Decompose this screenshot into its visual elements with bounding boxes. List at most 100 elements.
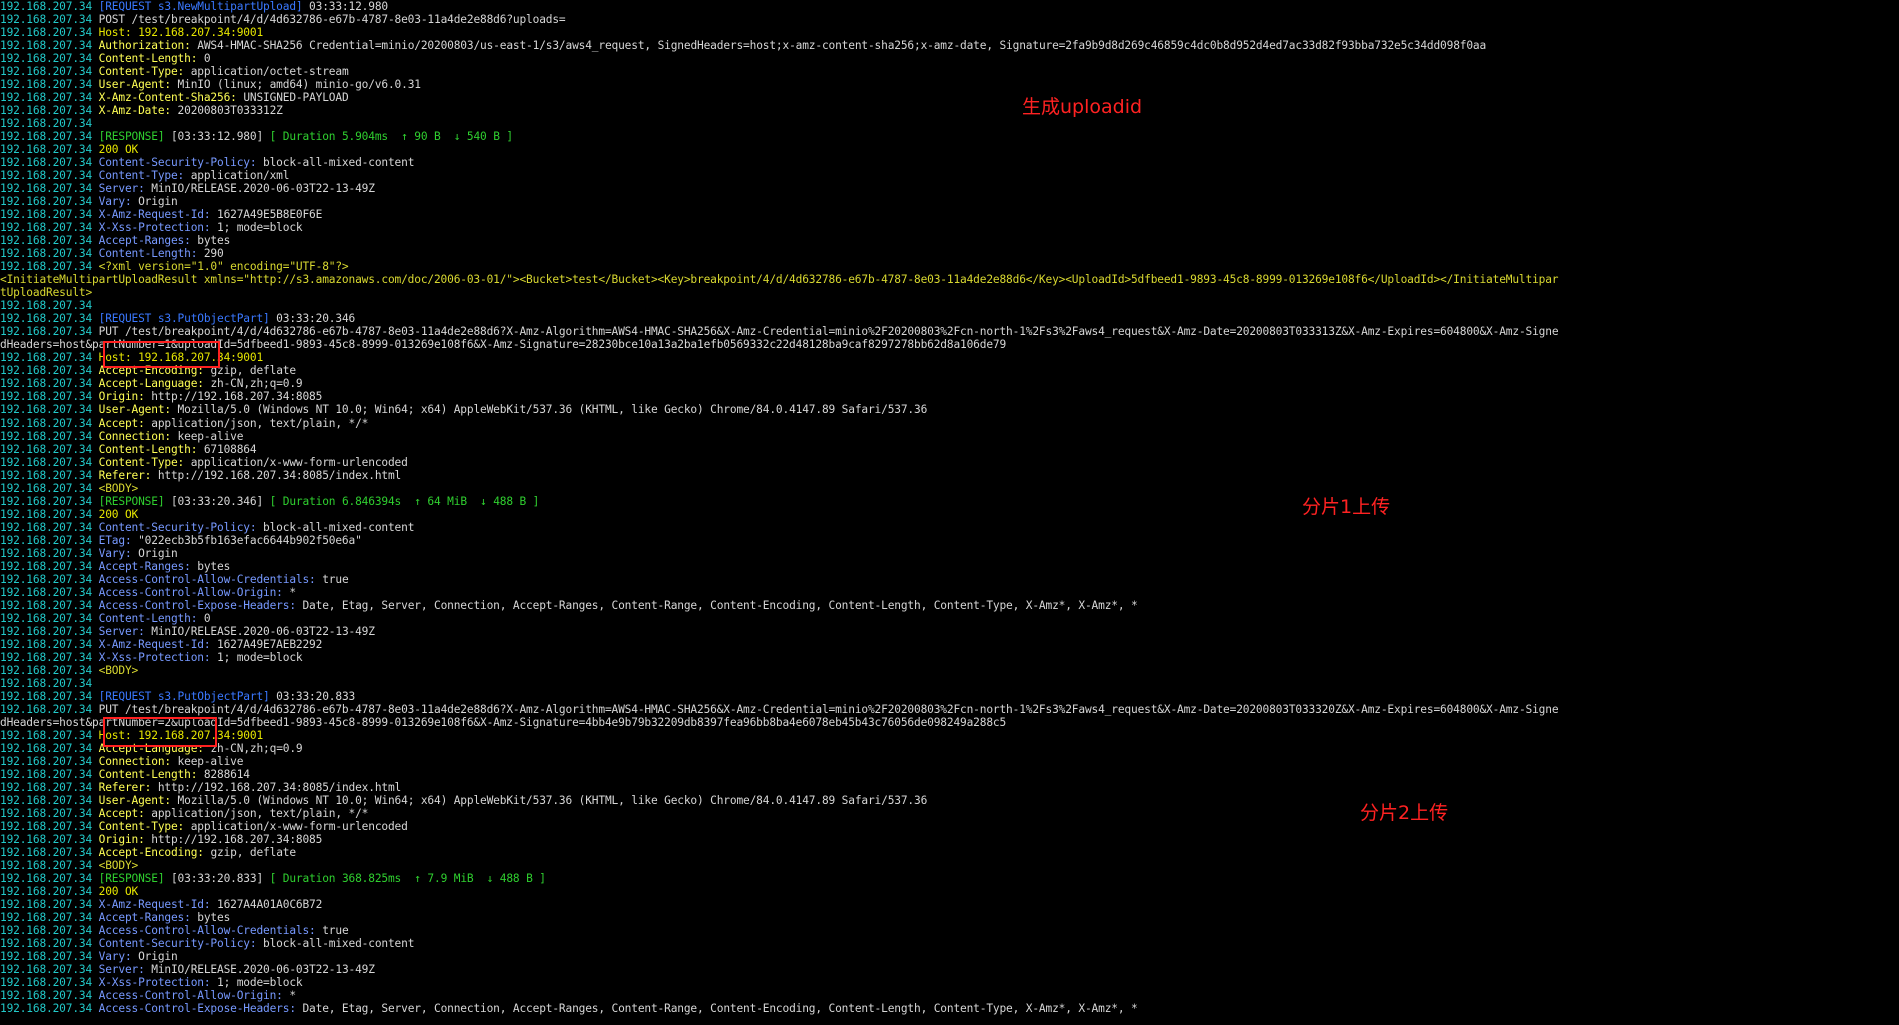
log-text: http://192.168.207.34:8085 — [151, 390, 323, 404]
log-line: 192.168.207.34 Accept: application/json,… — [0, 417, 1899, 430]
source-ip: 192.168.207.34 — [0, 989, 99, 1003]
source-ip: 192.168.207.34 — [0, 468, 99, 482]
log-text: Vary: — [98, 950, 139, 964]
log-line: dHeaders=host&partNumber=2&uploadId=5dfb… — [0, 716, 1899, 729]
log-text: Access-Control-Allow-Origin: — [98, 989, 290, 1003]
source-ip: 192.168.207.34 — [0, 611, 99, 625]
source-ip: 192.168.207.34 — [0, 520, 99, 534]
log-text: keep-alive — [177, 754, 244, 768]
log-line: 192.168.207.34 User-Agent: MinIO (linux;… — [0, 78, 1899, 91]
source-ip: 192.168.207.34 — [0, 52, 99, 66]
terminal-log-output[interactable]: 192.168.207.34 [REQUEST s3.NewMultipartU… — [0, 0, 1899, 1025]
log-text: gzip, deflate — [210, 364, 296, 378]
source-ip: 192.168.207.34 — [0, 130, 99, 144]
log-text: 1; mode=block — [217, 221, 303, 235]
source-ip: 192.168.207.34 — [0, 390, 99, 404]
log-text: X-Amz-Request-Id: — [98, 637, 217, 651]
log-text: X-Amz-Request-Id: — [98, 208, 217, 222]
log-line: 192.168.207.34 Access-Control-Allow-Orig… — [0, 989, 1899, 1002]
log-text: UNSIGNED-PAYLOAD — [243, 91, 349, 105]
log-line: 192.168.207.34 Connection: keep-alive — [0, 430, 1899, 443]
log-line: 192.168.207.34 Access-Control-Allow-Cred… — [0, 924, 1899, 937]
log-text: Content-Type: — [98, 65, 191, 79]
source-ip: 192.168.207.34 — [0, 195, 99, 209]
log-text: PUT /test/breakpoint/4/d/4d632786-e67b-4… — [98, 325, 1559, 339]
log-text: Mozilla/5.0 (Windows NT 10.0; Win64; x64… — [177, 793, 928, 807]
source-ip: 192.168.207.34 — [0, 299, 99, 313]
log-text: * — [289, 585, 296, 599]
log-text: [REQUEST s3.PutObjectPart] — [98, 312, 270, 326]
log-text: 1627A49E5B8E0F6E — [217, 208, 323, 222]
log-line: 192.168.207.34 Content-Length: 290 — [0, 247, 1899, 260]
log-text: Content-Length: — [98, 442, 204, 456]
log-line: 192.168.207.34 Accept-Ranges: bytes — [0, 911, 1899, 924]
log-line: 192.168.207.34 Server: MinIO/RELEASE.202… — [0, 182, 1899, 195]
log-line: 192.168.207.34 Content-Type: application… — [0, 65, 1899, 78]
log-line: 192.168.207.34 Accept: application/json,… — [0, 807, 1899, 820]
log-line: 192.168.207.34 Content-Length: 0 — [0, 612, 1899, 625]
log-line: 192.168.207.34 <BODY> — [0, 664, 1899, 677]
source-ip: 192.168.207.34 — [0, 182, 99, 196]
source-ip: 192.168.207.34 — [0, 702, 99, 716]
log-text: Accept: — [98, 416, 152, 430]
log-text: POST /test/breakpoint/4/d/4d632786-e67b-… — [98, 13, 566, 27]
log-line: 192.168.207.34 Access-Control-Allow-Orig… — [0, 586, 1899, 599]
source-ip: 192.168.207.34 — [0, 208, 99, 222]
log-line: <InitiateMultipartUploadResult xmlns="ht… — [0, 273, 1899, 286]
log-text: User-Agent: — [98, 793, 178, 807]
log-text: Origin — [138, 546, 178, 560]
log-line: 192.168.207.34 Content-Length: 8288614 — [0, 768, 1899, 781]
source-ip: 192.168.207.34 — [0, 846, 99, 860]
log-line: 192.168.207.34 X-Xss-Protection: 1; mode… — [0, 221, 1899, 234]
log-line: 192.168.207.34 X-Amz-Content-Sha256: UNS… — [0, 91, 1899, 104]
log-text: 20200803T033312Z — [177, 104, 283, 118]
log-line: 192.168.207.34 ETag: "022ecb3b5fb163efac… — [0, 534, 1899, 547]
log-text: 290 — [203, 247, 224, 261]
log-text: Server: — [98, 963, 152, 977]
source-ip: 192.168.207.34 — [0, 924, 99, 938]
source-ip: 192.168.207.34 — [0, 598, 99, 612]
source-ip: 192.168.207.34 — [0, 234, 99, 248]
log-text: keep-alive — [177, 429, 244, 443]
log-text: MinIO/RELEASE.2020-06-03T22-13-49Z — [151, 963, 375, 977]
log-line: 192.168.207.34 Accept-Ranges: bytes — [0, 234, 1899, 247]
log-line: 192.168.207.34 Content-Type: application… — [0, 820, 1899, 833]
log-text: ETag: — [98, 533, 139, 547]
source-ip: 192.168.207.34 — [0, 442, 99, 456]
log-text: User-Agent: — [98, 403, 178, 417]
log-line: 192.168.207.34 X-Xss-Protection: 1; mode… — [0, 651, 1899, 664]
log-text: Accept-Ranges: — [98, 234, 198, 248]
log-text: Content-Security-Policy: — [98, 156, 264, 170]
source-ip: 192.168.207.34 — [0, 859, 99, 873]
log-text: 03:33:20.833 — [269, 689, 356, 703]
log-text: User-Agent: — [98, 78, 178, 92]
log-text: AWS4-HMAC-SHA256 Credential=minio/202008… — [197, 39, 1487, 53]
log-text: PUT /test/breakpoint/4/d/4d632786-e67b-4… — [98, 702, 1559, 716]
source-ip: 192.168.207.34 — [0, 663, 99, 677]
source-ip: 192.168.207.34 — [0, 872, 99, 886]
source-ip: 192.168.207.34 — [0, 585, 99, 599]
log-text: application/json, text/plain, */* — [151, 806, 369, 820]
log-line: 192.168.207.34 — [0, 677, 1899, 690]
log-text: Content-Type: — [98, 455, 191, 469]
log-line: 192.168.207.34 [RESPONSE] [03:33:20.833]… — [0, 872, 1899, 885]
log-text: X-Amz-Content-Sha256: — [98, 91, 244, 105]
log-text: Origin: — [98, 833, 152, 846]
log-text: X-Amz-Request-Id: — [98, 898, 217, 912]
log-line: 192.168.207.34 Accept-Ranges: bytes — [0, 560, 1899, 573]
source-ip: 192.168.207.34 — [0, 533, 99, 547]
source-ip: 192.168.207.34 — [0, 416, 99, 430]
log-line: 192.168.207.34 Accept-Language: zh-CN,zh… — [0, 377, 1899, 390]
log-text: * — [289, 989, 296, 1003]
log-text: Content-Security-Policy: — [98, 520, 264, 534]
log-line: 192.168.207.34 User-Agent: Mozilla/5.0 (… — [0, 403, 1899, 416]
source-ip: 192.168.207.34 — [0, 169, 99, 183]
log-line: 192.168.207.34 Content-Security-Policy: … — [0, 156, 1899, 169]
log-text: 200 OK — [98, 143, 139, 157]
log-text: Server: — [98, 624, 152, 638]
log-text: Content-Length: — [98, 611, 204, 625]
log-line: dHeaders=host&partNumber=1&uploadId=5dfb… — [0, 338, 1899, 351]
source-ip: 192.168.207.34 — [0, 91, 99, 105]
log-line: 192.168.207.34 Accept-Encoding: gzip, de… — [0, 846, 1899, 859]
log-text: http://192.168.207.34:8085/index.html — [157, 468, 402, 482]
